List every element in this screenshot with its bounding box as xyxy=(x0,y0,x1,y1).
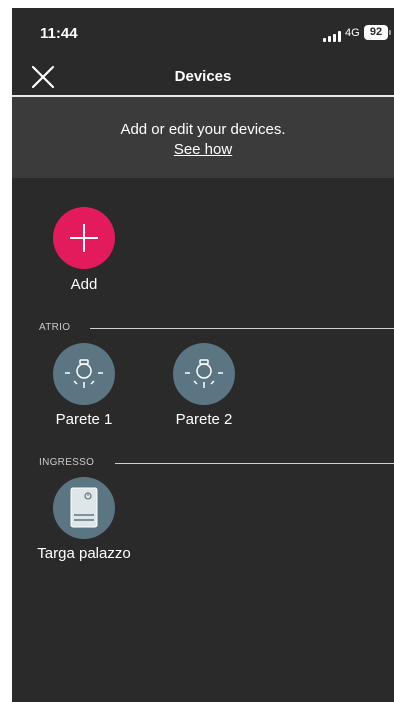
entrance-panel-icon xyxy=(70,487,98,528)
light-bulb-icon xyxy=(65,359,103,388)
section-title-ingresso: INGRESSO xyxy=(39,457,95,468)
add-device-button[interactable] xyxy=(53,207,115,269)
device-icon-circle xyxy=(53,477,115,539)
light-bulb-icon xyxy=(185,359,223,388)
battery-cap xyxy=(389,30,391,35)
device-parete-1[interactable] xyxy=(53,343,115,405)
plus-icon xyxy=(70,224,98,252)
device-parete-2[interactable] xyxy=(173,343,235,405)
nav-bar: Devices xyxy=(12,58,394,95)
signal-icon xyxy=(323,31,343,42)
app-screen: 11:44 4G 92 Devices Add or edit your dev… xyxy=(12,8,394,702)
section-title-atrio: ATRIO xyxy=(39,322,71,333)
device-label: Targa palazzo xyxy=(37,545,131,562)
see-how-link[interactable]: See how xyxy=(174,141,232,158)
device-icon-circle xyxy=(53,343,115,405)
section-divider xyxy=(115,463,394,464)
device-targa-palazzo[interactable] xyxy=(53,477,115,539)
add-label: Add xyxy=(70,276,98,293)
battery-icon: 92 xyxy=(364,25,388,40)
status-time: 11:44 xyxy=(40,25,78,42)
device-label: Parete 1 xyxy=(55,411,113,428)
status-bar: 11:44 4G 92 xyxy=(12,8,394,58)
page-title: Devices xyxy=(174,68,232,85)
network-type: 4G xyxy=(345,27,360,39)
section-divider xyxy=(90,328,394,329)
banner-text: Add or edit your devices. xyxy=(120,121,286,138)
device-icon-circle xyxy=(173,343,235,405)
info-banner: Add or edit your devices. See how xyxy=(12,97,394,178)
device-label: Parete 2 xyxy=(175,411,233,428)
